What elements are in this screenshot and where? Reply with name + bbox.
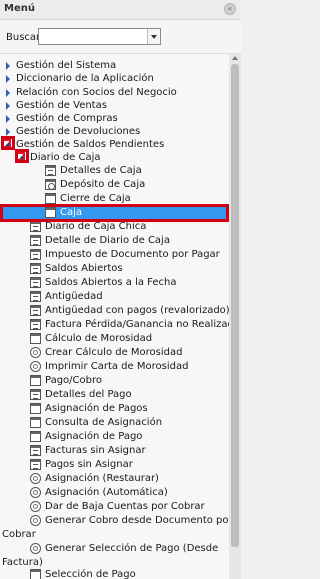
window-icon bbox=[30, 389, 41, 400]
window-icon bbox=[30, 333, 41, 344]
window-icon bbox=[30, 305, 41, 316]
window-icon bbox=[45, 193, 56, 204]
window-icon bbox=[30, 431, 41, 442]
window-icon bbox=[30, 459, 41, 470]
window-icon bbox=[30, 445, 41, 456]
collapse-toggle-icon[interactable] bbox=[2, 139, 11, 148]
window-icon bbox=[45, 165, 56, 176]
expand-arrow-icon[interactable] bbox=[6, 89, 10, 97]
window-icon bbox=[30, 263, 41, 274]
window-icon bbox=[30, 569, 41, 579]
menu-tree: Gestión del Sistema Diccionario de la Ap… bbox=[0, 54, 229, 579]
window-icon bbox=[30, 291, 41, 302]
process-icon bbox=[30, 501, 41, 512]
process-icon bbox=[30, 487, 41, 498]
list-item[interactable]: Generar Selección de Pago (Desde Factura… bbox=[0, 542, 229, 568]
search-combobox[interactable] bbox=[38, 28, 161, 45]
collapse-toggle-icon[interactable] bbox=[16, 152, 25, 161]
expand-arrow-icon[interactable] bbox=[6, 115, 10, 123]
list-item[interactable]: Generar Cobro desde Documento por Cobrar bbox=[0, 514, 229, 540]
window-icon bbox=[30, 249, 41, 260]
process-icon bbox=[30, 361, 41, 372]
vertical-scrollbar[interactable] bbox=[229, 54, 241, 579]
process-icon bbox=[30, 543, 41, 554]
search-bar: Buscar: bbox=[0, 20, 241, 54]
window-icon bbox=[30, 403, 41, 414]
chevron-down-icon[interactable] bbox=[147, 29, 160, 44]
process-icon bbox=[30, 515, 41, 526]
window-icon bbox=[30, 277, 41, 288]
expand-arrow-icon[interactable] bbox=[6, 75, 10, 83]
expand-arrow-icon[interactable] bbox=[6, 102, 10, 110]
collapse-menu-button[interactable]: « bbox=[224, 3, 236, 15]
window-icon bbox=[30, 417, 41, 428]
expand-arrow-icon[interactable] bbox=[6, 62, 10, 70]
process-icon bbox=[30, 347, 41, 358]
window-icon bbox=[45, 207, 56, 218]
menu-title: Menú bbox=[4, 3, 35, 14]
process-icon bbox=[30, 473, 41, 484]
tree-item-caja-selected[interactable]: Caja bbox=[0, 206, 229, 219]
window-icon bbox=[30, 235, 41, 246]
process-icon bbox=[45, 179, 56, 190]
expand-arrow-icon[interactable] bbox=[6, 128, 10, 136]
search-input[interactable] bbox=[41, 30, 149, 43]
window-icon bbox=[30, 221, 41, 232]
scrollbar-thumb[interactable] bbox=[231, 64, 239, 547]
window-icon bbox=[30, 319, 41, 330]
window-icon bbox=[30, 375, 41, 386]
scroll-up-icon[interactable] bbox=[232, 56, 238, 60]
menu-header: Menú « bbox=[0, 0, 241, 20]
